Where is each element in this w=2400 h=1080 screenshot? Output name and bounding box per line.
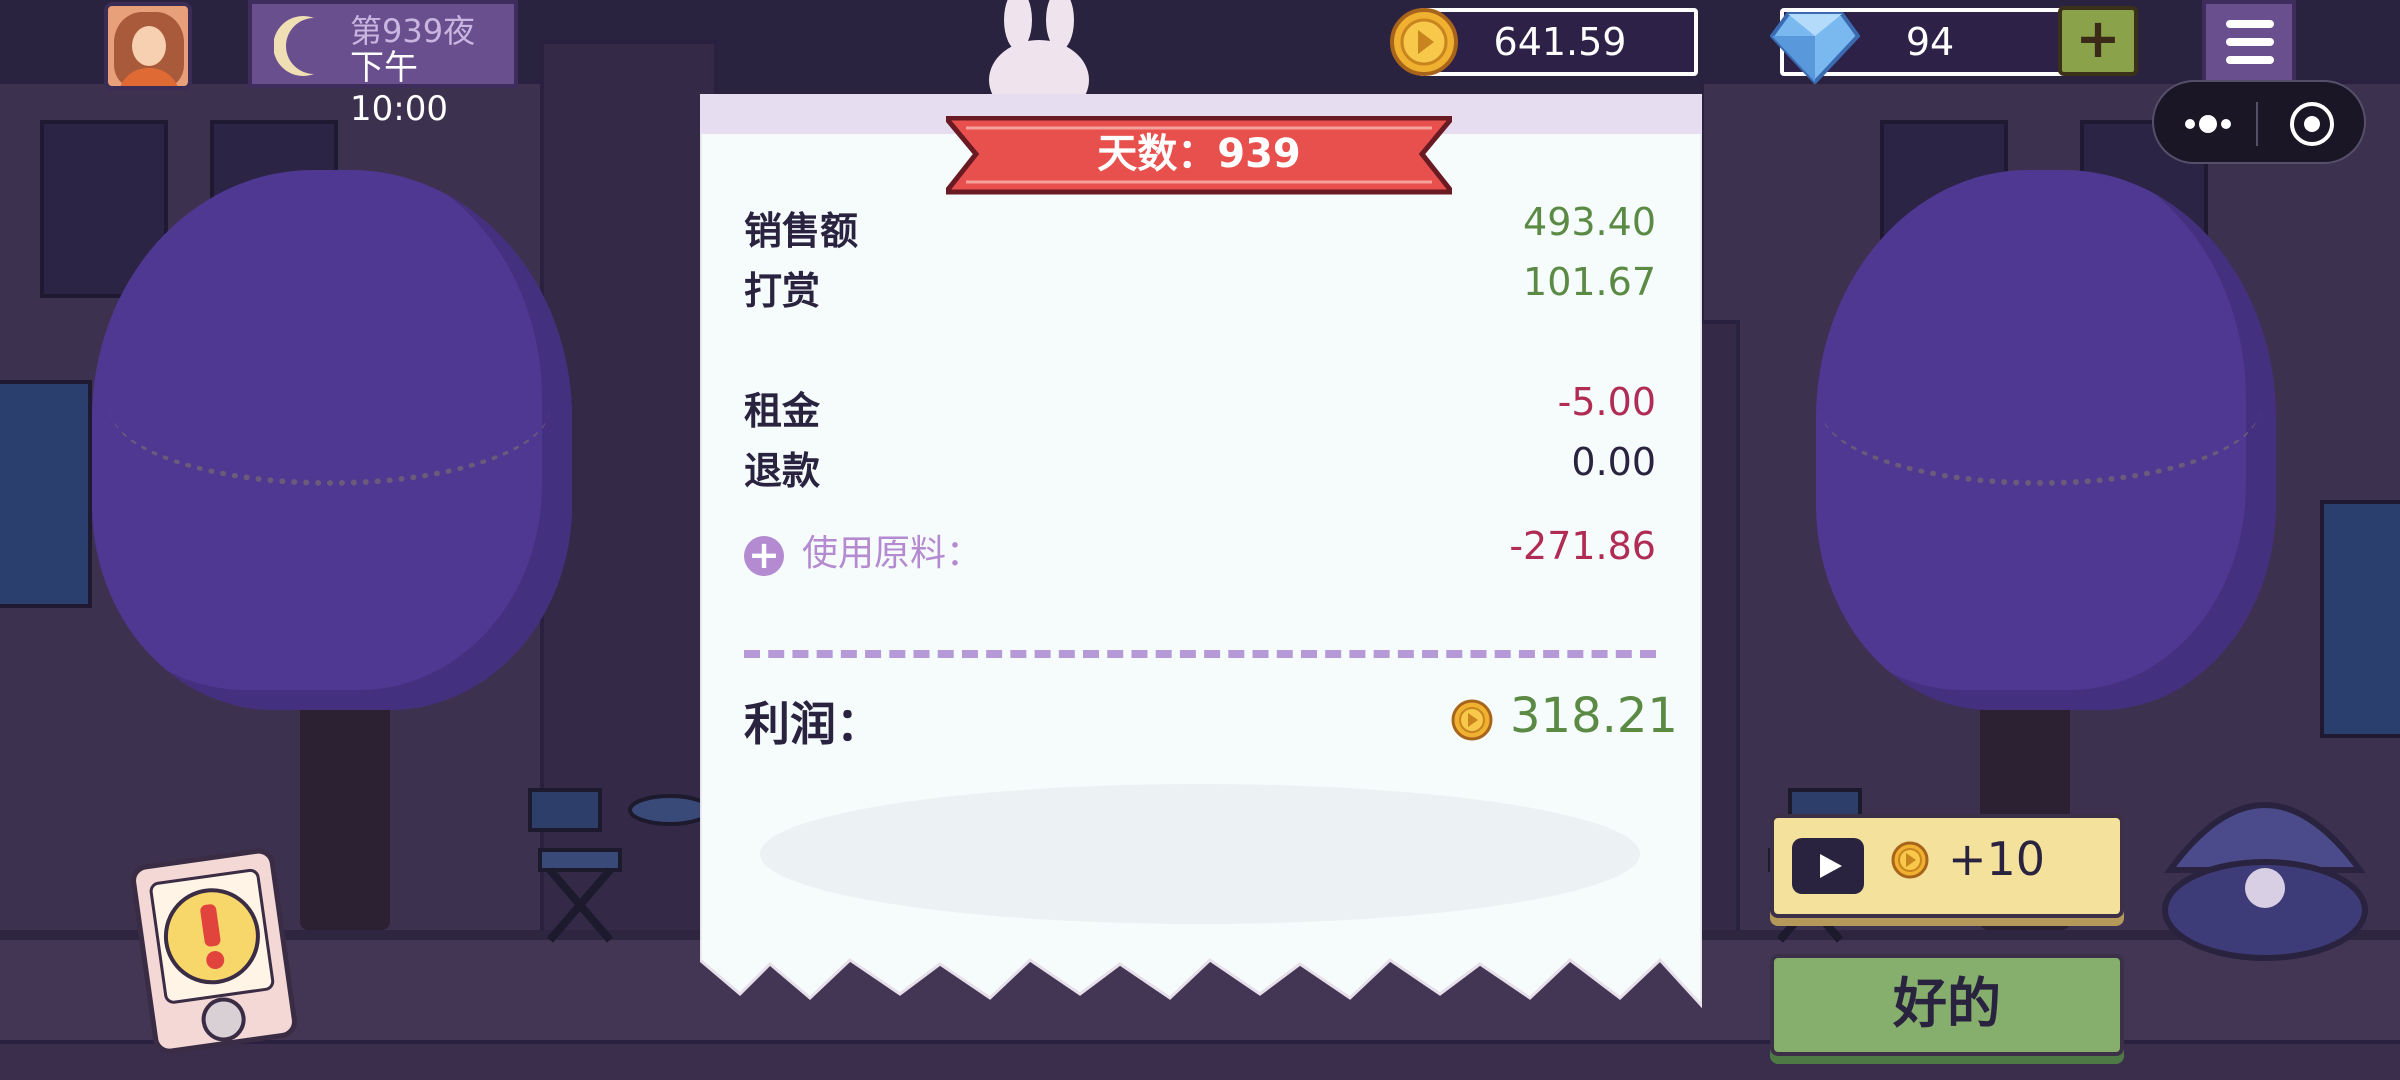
video-play-icon: [1792, 838, 1864, 894]
garland-left: [110, 330, 550, 486]
ad-reward-amount: +10: [1948, 832, 2046, 886]
menu-icon-bar: [2226, 20, 2274, 28]
capsule-divider: [2256, 102, 2258, 146]
sales-row: 销售额 493.40: [744, 200, 1656, 253]
day-time-panel: 第939夜 下午10:00: [248, 0, 518, 129]
notification-alert-card[interactable]: [130, 846, 300, 1056]
more-options-icon[interactable]: [2180, 104, 2236, 144]
rent-row: 租金 -5.00: [744, 380, 1656, 433]
rent-value: -5.00: [1557, 380, 1656, 424]
bunny-character: [989, 0, 1089, 96]
refund-value: 0.00: [1571, 440, 1656, 484]
watch-ad-reward-button[interactable]: +10: [1770, 814, 2124, 918]
rent-label: 租金: [744, 389, 821, 433]
player-avatar[interactable]: [104, 2, 192, 90]
coin-balance: 641.59: [1493, 20, 1627, 64]
tips-label: 打赏: [744, 269, 821, 313]
refund-row: 退款 0.00: [744, 440, 1656, 493]
miniprogram-capsule: [2152, 80, 2366, 164]
materials-value: -271.86: [1509, 524, 1656, 568]
background-window: [2320, 500, 2400, 738]
menu-icon-bar: [2226, 56, 2274, 64]
sales-value: 493.40: [1523, 200, 1656, 244]
profit-value: 318.21: [1510, 688, 1678, 744]
menu-button[interactable]: [2202, 0, 2296, 84]
receipt-divider: [744, 650, 1656, 658]
day-count-title: 天数：939: [1097, 131, 1301, 177]
add-gems-button[interactable]: +: [2058, 6, 2138, 76]
materials-row: -271.86: [744, 524, 1656, 574]
refund-label: 退款: [744, 449, 821, 493]
close-miniprogram-icon[interactable]: [2288, 100, 2336, 148]
tips-value: 101.67: [1523, 260, 1656, 304]
clam-shell-decoration: [2162, 802, 2368, 961]
cafe-chair-left: [528, 788, 700, 943]
garland-right: [1820, 330, 2260, 486]
gem-balance: 94: [1905, 20, 1955, 64]
coin-icon: [1891, 841, 1929, 879]
profit-label: 利润：: [744, 697, 882, 751]
background-window: [0, 380, 92, 608]
clock-time: 下午10:00: [350, 48, 448, 129]
sales-label: 销售额: [744, 209, 859, 253]
coin-icon: [1451, 699, 1493, 741]
avatar-face: [132, 26, 166, 66]
tips-row: 打赏 101.67: [744, 260, 1656, 313]
moon-icon: [274, 16, 314, 76]
ok-button[interactable]: 好的: [1770, 954, 2124, 1056]
menu-icon-bar: [2226, 38, 2274, 46]
